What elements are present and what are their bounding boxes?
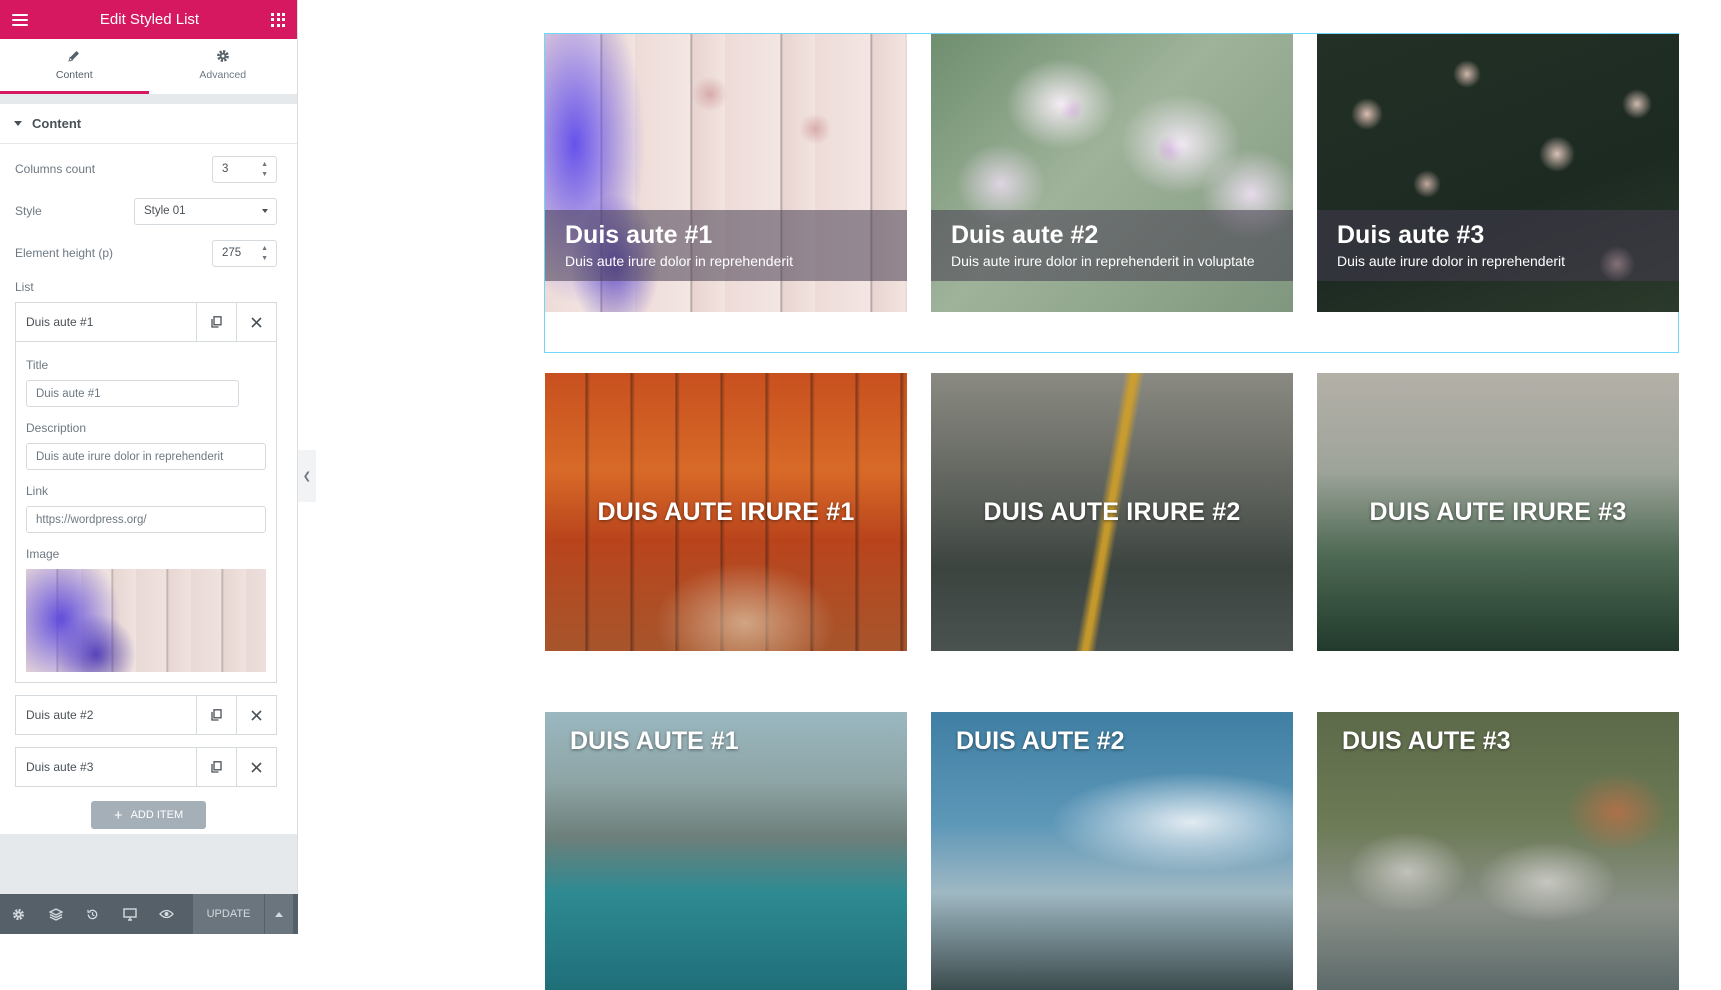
image-field-label: Image — [26, 547, 60, 561]
link-field[interactable]: https://wordpress.org/ — [26, 506, 266, 533]
duplicate-icon[interactable] — [196, 696, 236, 734]
card-description: Duis aute irure dolor in reprehenderit — [565, 252, 794, 269]
list-card[interactable]: Duis aute #3 Duis aute irure dolor in re… — [1317, 34, 1679, 312]
repeater-item-title[interactable]: Duis aute #3 — [16, 748, 196, 786]
tab-advanced[interactable]: Advanced — [149, 39, 298, 94]
list-card[interactable]: Duis aute #2 Duis aute irure dolor in re… — [931, 34, 1293, 312]
element-height-label: Element height (p) — [15, 246, 114, 260]
panel-header: Edit Styled List — [0, 0, 297, 39]
control-style: Style Style 01 — [0, 190, 297, 232]
image-thumbnail[interactable] — [26, 569, 266, 672]
card-caption: Duis aute #1 Duis aute irure dolor in re… — [545, 210, 907, 281]
list-card[interactable]: DUIS AUTE IRURE #2 — [931, 373, 1293, 651]
card-caption: Duis aute #3 Duis aute irure dolor in re… — [1317, 210, 1679, 281]
repeater-item-header: Duis aute #3 — [16, 748, 276, 786]
list-card[interactable]: DUIS AUTE IRURE #3 — [1317, 373, 1679, 651]
columns-count-label: Columns count — [15, 162, 96, 176]
list-card[interactable]: DUIS AUTE IRURE #1 — [545, 373, 907, 651]
title-field-label: Title — [26, 358, 49, 372]
tab-content-label: Content — [55, 69, 93, 81]
close-icon[interactable] — [236, 696, 276, 734]
card-caption: Duis aute #2 Duis aute irure dolor in re… — [931, 210, 1293, 281]
style-label: Style — [15, 204, 42, 218]
card-title: Duis aute #3 — [1337, 221, 1485, 249]
add-item-label: ADD ITEM — [130, 809, 184, 821]
panel-title: Edit Styled List — [99, 11, 200, 28]
list-label: List — [15, 280, 34, 294]
title-field[interactable]: Duis aute #1 — [26, 380, 239, 407]
repeater-item-title[interactable]: Duis aute #2 — [16, 696, 196, 734]
panel-tabs: Content Advanced — [0, 39, 297, 95]
card-title: DUIS AUTE #2 — [956, 727, 1125, 755]
gear-icon — [216, 50, 229, 62]
eye-icon[interactable] — [148, 894, 185, 934]
update-button[interactable]: UPDATE — [193, 894, 264, 934]
hamburger-icon[interactable] — [12, 13, 28, 26]
card-title: Duis aute #2 — [951, 221, 1099, 249]
control-columns-count: Columns count 3 ▲ ▼ — [0, 148, 297, 190]
duplicate-icon[interactable] — [196, 748, 236, 786]
stepper-icon[interactable]: ▲ ▼ — [261, 245, 268, 262]
responsive-icon[interactable] — [111, 894, 148, 934]
element-height-input[interactable]: 275 ▲ ▼ — [212, 239, 277, 267]
caret-down-icon — [14, 121, 22, 126]
chevron-up-icon[interactable] — [265, 894, 293, 934]
description-field-label: Description — [26, 421, 87, 435]
card-title: DUIS AUTE IRURE #1 — [597, 497, 855, 526]
card-description: Duis aute irure dolor in reprehenderit — [1337, 252, 1566, 269]
chevron-down-icon — [262, 209, 268, 213]
repeater-item-title[interactable]: Duis aute #1 — [16, 303, 196, 341]
style-select[interactable]: Style 01 — [134, 197, 277, 225]
list-card[interactable]: DUIS AUTE #1 — [545, 712, 907, 990]
tab-content[interactable]: Content — [0, 39, 149, 94]
duplicate-icon[interactable] — [196, 303, 236, 341]
pencil-icon — [68, 51, 80, 62]
add-item-button[interactable]: + ADD ITEM — [91, 801, 206, 829]
style-value: Style 01 — [144, 205, 186, 217]
close-icon[interactable] — [236, 748, 276, 786]
card-description: Duis aute irure dolor in reprehenderit i… — [951, 252, 1255, 269]
panel-footer: UPDATE — [0, 894, 298, 934]
control-element-height: Element height (p) 275 ▲ ▼ — [0, 232, 297, 274]
element-height-value: 275 — [222, 247, 242, 259]
section-title: Content — [32, 116, 82, 131]
card-title: DUIS AUTE IRURE #3 — [1369, 497, 1627, 526]
repeater-item-header: Duis aute #1 — [16, 303, 276, 341]
settings-icon[interactable] — [0, 894, 37, 934]
repeater-item-header: Duis aute #2 — [16, 696, 276, 734]
panel-body: Content Columns count 3 ▲ ▼ Style Style 0… — [0, 104, 297, 834]
columns-count-value: 3 — [222, 163, 229, 175]
list-card[interactable]: DUIS AUTE #3 — [1317, 712, 1679, 990]
card-title: DUIS AUTE #1 — [570, 727, 739, 755]
repeater-item: Duis aute #2 — [15, 695, 277, 735]
list-card[interactable]: DUIS AUTE #2 — [931, 712, 1293, 990]
card-title: DUIS AUTE #3 — [1342, 727, 1511, 755]
history-icon[interactable] — [74, 894, 111, 934]
columns-count-input[interactable]: 3 ▲ ▼ — [212, 155, 277, 183]
repeater-item: Duis aute #1 Title Duis aute #1 Descript… — [15, 302, 277, 683]
layers-icon[interactable] — [37, 894, 74, 934]
preview-canvas: Duis aute #1 Duis aute irure dolor in re… — [298, 0, 1721, 990]
plus-icon: + — [113, 806, 123, 824]
repeater-item: Duis aute #3 — [15, 747, 277, 787]
add-item-wrap: + ADD ITEM — [0, 799, 297, 843]
card-title: DUIS AUTE IRURE #2 — [983, 497, 1241, 526]
apps-grid-icon[interactable] — [271, 12, 285, 27]
close-icon[interactable] — [236, 303, 276, 341]
section-content-toggle[interactable]: Content — [0, 104, 297, 144]
editor-panel: Edit Styled List Content Advanced Conten… — [0, 0, 298, 934]
list-card[interactable]: Duis aute #1 Duis aute irure dolor in re… — [545, 34, 907, 312]
stepper-icon[interactable]: ▲ ▼ — [261, 161, 268, 178]
description-field[interactable]: Duis aute irure dolor in reprehenderit — [26, 443, 266, 470]
link-field-label: Link — [26, 484, 49, 498]
card-title: Duis aute #1 — [565, 221, 713, 249]
repeater-item-body: Title Duis aute #1 Description Duis aute… — [16, 341, 276, 682]
tab-advanced-label: Advanced — [199, 69, 247, 81]
